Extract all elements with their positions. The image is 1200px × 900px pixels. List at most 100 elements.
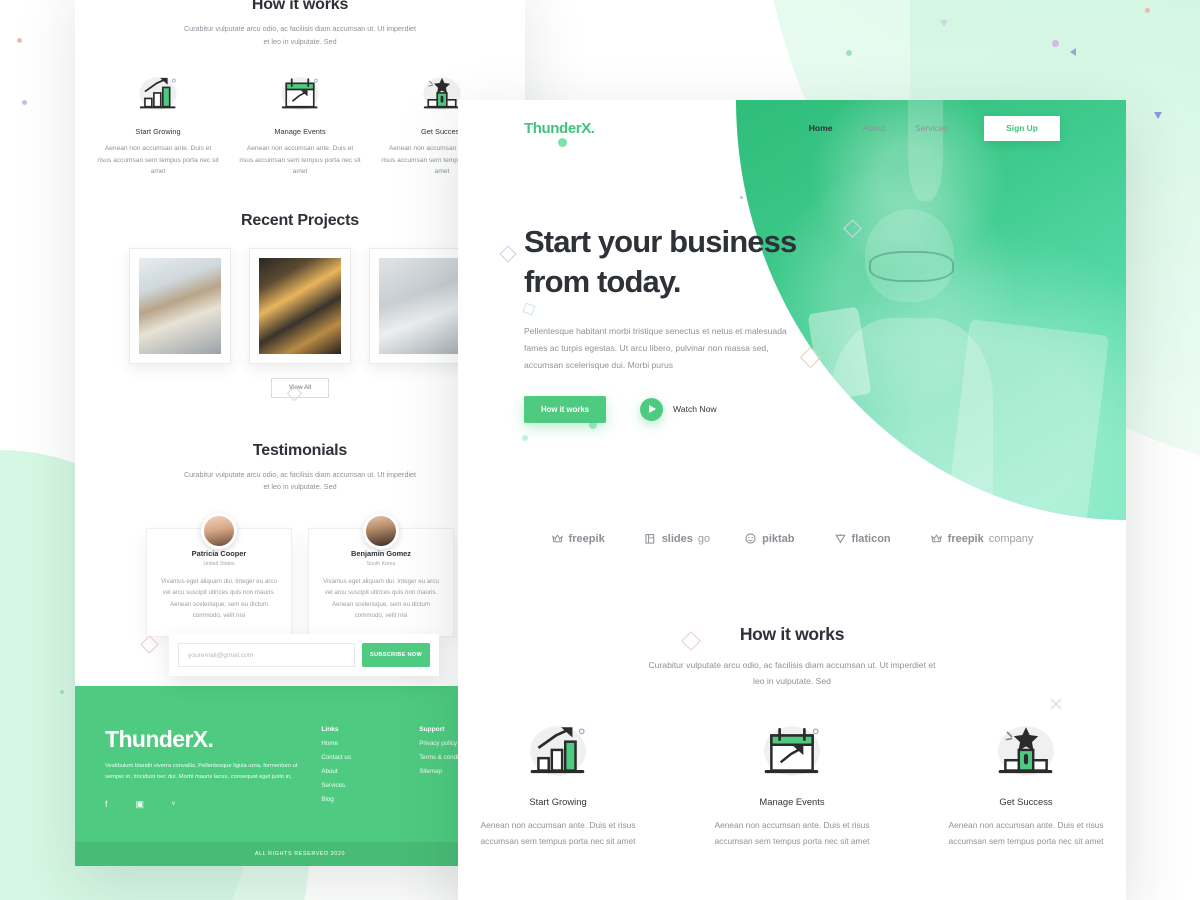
nav-item-home[interactable]: Home (809, 123, 833, 133)
how-it-works-heading: How it works (739, 624, 845, 644)
testimonial-card[interactable]: Patricia Cooper United States Vivamus eg… (146, 512, 292, 637)
hero-title: Start your business from today. (524, 222, 884, 301)
hanging-lamps-cafe-photo (259, 257, 341, 354)
instagram-icon[interactable]: ▣ (136, 799, 145, 810)
back-feature-item[interactable]: Manage Events Aenean non accumsan ante. … (239, 72, 361, 178)
brand-piktab[interactable]: piktab (744, 532, 799, 545)
confetti-dot (1052, 40, 1059, 47)
bar-chart-growth-icon (469, 720, 647, 786)
bar-chart-growth-icon (97, 72, 219, 118)
project-card[interactable] (129, 247, 231, 364)
confetti-triangle (1154, 112, 1162, 119)
feature-text: Aenean non accumsan ante. Duis et risus … (714, 820, 870, 846)
back-how-heading: How it works (251, 0, 349, 13)
brand-logo-row: freepik slides go piktab flaticon freepi… (458, 532, 1126, 545)
brand-name-light: company (988, 532, 1034, 545)
twitter-icon[interactable]: ᵛ (172, 799, 175, 810)
brand-name-bold: piktab (762, 532, 795, 545)
brand-freepikcompany[interactable]: freepik company (930, 532, 1034, 545)
flaticon-arrow-icon (834, 532, 847, 545)
confetti-dot (846, 50, 852, 56)
feature-title: Manage Events (759, 796, 825, 807)
brand-name-light: go (697, 532, 711, 545)
back-how-subtitle: Curabitur vulputate arcu odio, ac facili… (183, 24, 417, 46)
hero-section: Start your business from today. Pellente… (524, 222, 884, 423)
back-testimonials-subtitle: Curabitur vulputate arcu odio, ac facili… (183, 469, 417, 492)
podium-star-icon (937, 720, 1115, 786)
site-logo-text: ThunderX. (524, 119, 595, 137)
page-canvas: How it works Curabitur vulputate arcu od… (0, 0, 1200, 900)
testimonial-quote: Vivamus eget aliquam dui. Integer eu arc… (323, 577, 439, 620)
main-page-preview[interactable]: ThunderX. Home About Services Sign Up St… (458, 100, 1126, 900)
feature-list: Start Growing Aenean non accumsan ante. … (458, 720, 1126, 849)
brand-slidesgo[interactable]: slides go (644, 532, 710, 545)
brand-flaticon[interactable]: flaticon (834, 532, 896, 545)
footer-link[interactable]: About (321, 768, 397, 775)
testimonial-quote: Vivamus eget aliquam dui. Integer eu arc… (161, 577, 277, 620)
avatar (201, 512, 237, 549)
facebook-icon[interactable]: f (105, 799, 108, 810)
back-feature-title: Start Growing (135, 127, 181, 137)
hero-actions: How it works Watch Now (524, 395, 884, 423)
avatar (363, 512, 399, 549)
hero-title-line-1: Start your business (524, 224, 797, 259)
freepik-crown-icon (551, 532, 564, 545)
freepik-crown-icon (930, 532, 943, 545)
footer-social-list: f ▣ ᵛ (105, 799, 299, 810)
footer-link[interactable]: Contact us (321, 754, 397, 761)
testimonial-location: United States (203, 560, 235, 567)
testimonial-name: Benjamin Gomez (351, 548, 411, 558)
nav-links: Home About Services (809, 123, 948, 133)
footer-link[interactable]: Home (321, 740, 397, 747)
brand-name-bold: freepik (947, 532, 984, 545)
feature-item-get-success[interactable]: Get Success Aenean non accumsan ante. Du… (937, 720, 1115, 849)
footer-link[interactable]: Services (321, 782, 397, 789)
brand-name-bold: flaticon (851, 532, 891, 545)
watch-now-label: Watch Now (673, 404, 717, 415)
confetti-dot (17, 38, 22, 43)
hero-paragraph: Pellentesque habitant morbi tristique se… (524, 326, 787, 370)
back-feature-text: Aenean non accumsan ante. Duis et risus … (239, 145, 361, 176)
testimonial-card[interactable]: Benjamin Gomez South Korea Vivamus eget … (308, 512, 454, 637)
testimonial-name: Patricia Cooper (191, 548, 247, 558)
subscribe-email-input[interactable]: youremail@gmail.com (178, 643, 355, 667)
footer-link[interactable]: Blog (321, 796, 397, 803)
confetti-dot (522, 435, 528, 441)
how-it-works-subtitle: Curabitur vulputate arcu odio, ac facili… (648, 660, 936, 686)
play-icon (640, 397, 663, 421)
sign-up-button[interactable]: Sign Up (984, 115, 1060, 141)
calendar-arrow-icon (239, 72, 361, 118)
back-feature-text: Aenean non accumsan ante. Duis et risus … (97, 145, 219, 176)
footer-description: Vestibulum blandit viverra convallis. Pe… (105, 763, 298, 781)
back-feature-item[interactable]: Start Growing Aenean non accumsan ante. … (97, 72, 219, 178)
project-card[interactable] (249, 247, 351, 364)
how-it-works-button[interactable]: How it works (524, 395, 606, 423)
subscribe-now-button[interactable]: SUBSCRIBE NOW (362, 643, 430, 667)
feature-item-manage-events[interactable]: Manage Events Aenean non accumsan ante. … (703, 720, 881, 849)
confetti-square (140, 635, 159, 654)
footer-column-title: Links (321, 726, 339, 733)
nav-item-services[interactable]: Services (915, 123, 948, 133)
confetti-triangle (1070, 48, 1076, 56)
navbar: ThunderX. Home About Services Sign Up (458, 100, 1126, 156)
feature-title: Start Growing (529, 796, 587, 807)
watch-now-control[interactable]: Watch Now (640, 397, 717, 421)
confetti-dot (60, 690, 64, 694)
nav-item-about[interactable]: About (863, 123, 885, 133)
site-logo[interactable]: ThunderX. (524, 119, 595, 147)
confetti-triangle (940, 20, 948, 27)
hero-title-line-2: from today. (524, 263, 681, 299)
logo-accent-dot (558, 137, 567, 147)
back-feature-title: Manage Events (274, 127, 326, 137)
brand-freepik[interactable]: freepik (551, 532, 610, 545)
project-card[interactable] (369, 247, 471, 364)
brand-name-bold: freepik (568, 532, 605, 545)
staircase-interior-photo (139, 257, 221, 354)
footer-logo: ThunderX. (105, 726, 214, 752)
testimonial-location: South Korea (366, 560, 396, 567)
feature-item-start-growing[interactable]: Start Growing Aenean non accumsan ante. … (469, 720, 647, 849)
brand-name-bold: slides (661, 532, 693, 545)
confetti-dot (740, 196, 743, 199)
confetti-dot (22, 100, 27, 105)
subscribe-bar: youremail@gmail.com SUBSCRIBE NOW (169, 634, 439, 676)
